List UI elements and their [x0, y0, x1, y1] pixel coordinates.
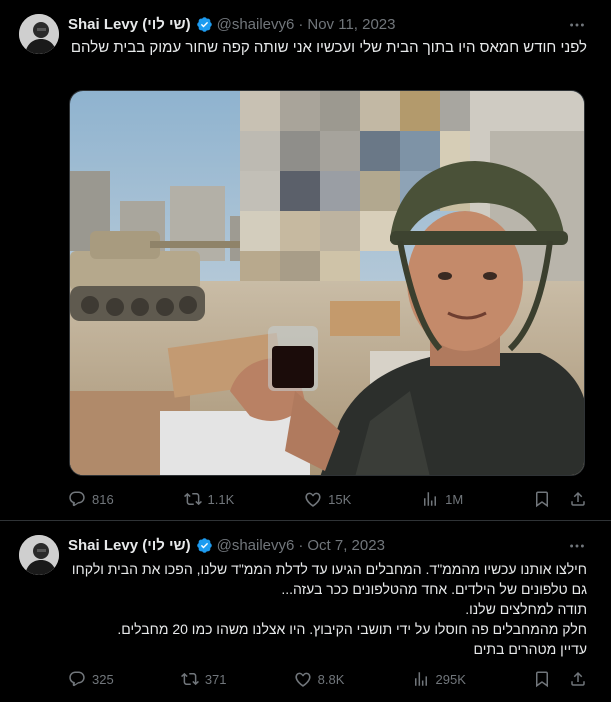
author-handle[interactable]: @shailevy6 [217, 16, 295, 33]
views-button[interactable]: 295K [412, 670, 466, 688]
avatar[interactable] [19, 535, 59, 575]
verified-badge-icon [196, 537, 213, 554]
bookmark-button[interactable] [533, 490, 551, 508]
views-count: 295K [435, 671, 466, 687]
like-count: 8.8K [317, 671, 345, 687]
tweet-date[interactable]: Oct 7, 2023 [307, 537, 385, 554]
share-button[interactable] [569, 670, 587, 688]
tweet-text-line: חילצו אותנו עכשיו מהממ"ד. המחבלים הגיעו … [71, 561, 587, 597]
tweet-text: לפני חודש חמאס היו בתוך הבית שלי ועכשיו … [68, 38, 587, 58]
views-icon [414, 672, 427, 686]
tweet-text-line: תודה למחלצים שלנו. [465, 601, 587, 617]
views-button[interactable]: 1M [421, 490, 463, 508]
author-handle[interactable]: @shailevy6 [217, 537, 295, 554]
tweet-photo[interactable] [69, 90, 585, 476]
tweet-text: חילצו אותנו עכשיו מהממ"ד. המחבלים הגיעו … [68, 559, 587, 659]
repost-button[interactable]: 1.1K [183, 490, 235, 508]
author-name[interactable]: Shai Levy (שי לוי) [68, 16, 191, 33]
share-icon [571, 671, 585, 686]
bookmark-icon [536, 491, 549, 508]
tweet-actions: 816 1.1K 15K 1M [68, 489, 587, 509]
like-count: 15K [328, 491, 352, 507]
reply-button[interactable]: 325 [68, 670, 114, 688]
bookmark-button[interactable] [533, 670, 551, 688]
repost-icon [180, 672, 199, 686]
repost-count: 371 [204, 671, 227, 687]
like-icon [295, 672, 311, 687]
avatar[interactable] [19, 14, 59, 54]
tweet-text-line: לפני חודש חמאס היו בתוך הבית שלי ועכשיו … [70, 39, 587, 56]
repost-icon [183, 492, 202, 506]
photo-illustration [70, 91, 584, 475]
bookmark-icon [536, 671, 549, 688]
reply-button[interactable]: 816 [68, 490, 114, 508]
views-count: 1M [445, 491, 464, 507]
like-button[interactable]: 15K [304, 490, 351, 508]
separator-dot: · [298, 15, 304, 33]
share-button[interactable] [569, 490, 587, 508]
tweet-text-line: עדיין מטהרים בתים [473, 641, 587, 657]
more-icon[interactable] [567, 16, 587, 36]
separator-dot: · [298, 536, 304, 554]
like-button[interactable]: 8.8K [294, 670, 345, 688]
tweet-header: Shai Levy (שי לוי) @shailevy6 · Nov 11, … [68, 13, 396, 35]
repost-button[interactable]: 371 [180, 670, 227, 688]
verified-badge-icon [196, 16, 213, 33]
reply-count: 325 [92, 671, 114, 687]
tweet-date[interactable]: Nov 11, 2023 [307, 16, 395, 33]
views-icon [424, 492, 437, 506]
tweet[interactable]: Shai Levy (שי לוי) @shailevy6 · Nov 11, … [0, 0, 611, 521]
more-icon[interactable] [567, 537, 587, 557]
tweet[interactable]: Shai Levy (שי לוי) @shailevy6 · Oct 7, 2… [0, 521, 611, 702]
tweet-header: Shai Levy (שי לוי) @shailevy6 · Oct 7, 2… [68, 534, 385, 556]
reply-icon [69, 491, 85, 507]
tweet-actions: 325 371 8.8K 295K [68, 669, 587, 689]
reply-count: 816 [92, 491, 114, 507]
repost-count: 1.1K [207, 491, 235, 507]
author-name[interactable]: Shai Levy (שי לוי) [68, 537, 191, 554]
share-icon [571, 491, 585, 506]
like-icon [305, 492, 321, 507]
tweet-text-line: חלק מהמחבלים פה חוסלו על ידי תושבי הקיבו… [117, 621, 587, 637]
reply-icon [69, 671, 85, 687]
